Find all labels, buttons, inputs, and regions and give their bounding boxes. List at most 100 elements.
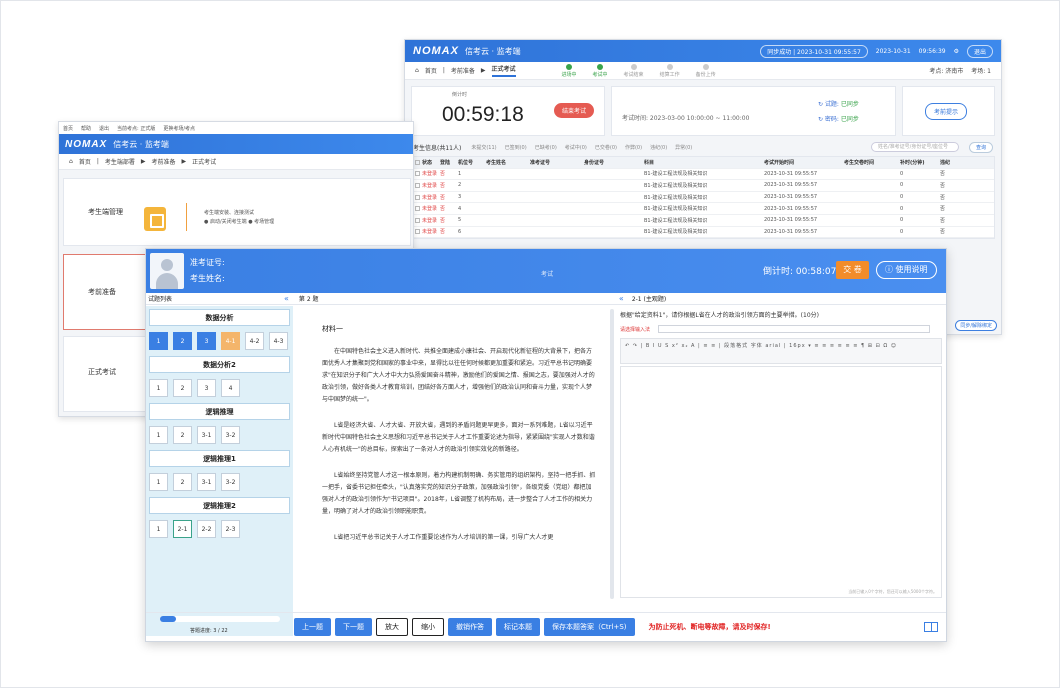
undo-answer-button[interactable]: 撤销作答	[448, 617, 492, 636]
column-header[interactable]: 科目	[644, 159, 764, 166]
editor-toolbar[interactable]: ↶ ↷ | B I U S x² x₂ A | ≡ ≡ | 段落格式 字体 ar…	[620, 338, 942, 364]
toolbar-item-3[interactable]: 当前考点: 正式版	[117, 125, 155, 132]
column-header[interactable]: 登陆	[440, 159, 458, 166]
crumb-deploy[interactable]: 考生端部署	[105, 157, 135, 166]
table-row[interactable]: 未登录否 1 B1-建设工程法规及相关知识 2023-10-31 09:55:57 0 否	[412, 169, 994, 181]
question-button[interactable]: 3	[197, 379, 216, 397]
row-checkbox[interactable]	[415, 217, 420, 223]
help-button[interactable]: ⓘ 使用说明	[876, 261, 937, 279]
zoom-out-button[interactable]: 缩小	[412, 617, 444, 636]
column-header[interactable]: 补时(分钟)	[900, 159, 940, 166]
question-button[interactable]: 3-2	[221, 426, 240, 444]
input-method-select[interactable]	[658, 325, 931, 333]
question-button[interactable]: 2-3	[221, 520, 240, 538]
crumb-home[interactable]: 首页	[425, 66, 437, 75]
column-header[interactable]: 状态	[422, 159, 440, 166]
search-button[interactable]: 查询	[968, 141, 993, 153]
crumb-exam[interactable]: 正式考试	[491, 64, 516, 77]
toolbar-item-4[interactable]: 更换考场/考点	[163, 125, 195, 132]
cell-seat: 5	[458, 217, 462, 224]
question-button[interactable]: 4	[221, 379, 240, 397]
submit-button[interactable]: 交 卷	[836, 261, 869, 279]
status-filter-7[interactable]: 异常(0)	[675, 144, 692, 151]
table-row[interactable]: 未登录否 6 B1-建设工程法规及相关知识 2023-10-31 09:55:57 0 否	[412, 227, 994, 239]
crumb-exam[interactable]: 正式考试	[192, 157, 216, 166]
question-row: 1234	[149, 379, 290, 397]
question-button[interactable]: 1	[149, 332, 168, 350]
question-button[interactable]: 2	[173, 473, 192, 491]
question-button[interactable]: 3-1	[197, 426, 216, 444]
prev-button[interactable]: 上一题	[294, 617, 331, 636]
question-button[interactable]: 4-1	[221, 332, 240, 350]
question-button[interactable]: 2	[173, 379, 192, 397]
table-row[interactable]: 未登录否 4 B1-建设工程法规及相关知识 2023-10-31 09:55:57 0 否	[412, 203, 994, 215]
row-checkbox[interactable]	[415, 229, 420, 235]
toolbar-item-0[interactable]: 首页	[63, 125, 73, 132]
status-filter-1[interactable]: 已签到(0)	[505, 144, 527, 151]
table-row[interactable]: 未登录否 3 B1-建设工程法规及相关知识 2023-10-31 09:55:57 0 否	[412, 192, 994, 204]
column-header[interactable]: 准考证号	[530, 159, 584, 166]
mark-question-button[interactable]: 标记本题	[496, 617, 540, 636]
status-filter-2[interactable]: 已缺考(0)	[535, 144, 557, 151]
save-answer-button[interactable]: 保存本题答案（Ctrl+S)	[544, 617, 635, 636]
candidate-search-input[interactable]: 姓名/准考证号/身份证号/座位号	[870, 142, 959, 152]
select-all-checkbox[interactable]	[415, 159, 420, 165]
question-button[interactable]: 2-2	[197, 520, 216, 538]
section-title[interactable]: 逻辑推理	[149, 403, 290, 420]
answer-editor[interactable]: 当前已输入0个字符，您还可以输入5000个字符。	[620, 366, 942, 598]
question-button[interactable]: 1	[149, 520, 168, 538]
toolbar-item-2[interactable]: 退出	[99, 125, 109, 132]
column-header[interactable]: 考试开始时间	[764, 159, 844, 166]
row-checkbox[interactable]	[415, 182, 420, 188]
end-exam-button[interactable]: 结束考试	[554, 103, 595, 118]
column-header[interactable]: 身份证号	[584, 159, 644, 166]
sync-unbind-button[interactable]: 同步/解除绑定	[955, 320, 997, 331]
exam-notice-button[interactable]: 考前提示	[924, 103, 967, 120]
refresh-icon[interactable]: ↻	[818, 101, 823, 108]
section-title[interactable]: 逻辑推理1	[149, 450, 290, 467]
toolbar-item-1[interactable]: 帮助	[81, 125, 91, 132]
material-scrollbar[interactable]	[610, 309, 614, 599]
crumb-prep[interactable]: 考前准备	[451, 66, 475, 75]
status-filter-0[interactable]: 未提交(11)	[471, 144, 496, 151]
row-checkbox[interactable]	[415, 194, 420, 200]
question-button[interactable]: 2	[173, 426, 192, 444]
question-button[interactable]: 1	[149, 473, 168, 491]
status-filter-4[interactable]: 已交卷(0)	[595, 144, 617, 151]
refresh-icon[interactable]: ↻	[818, 116, 823, 123]
question-button[interactable]: 3-2	[221, 473, 240, 491]
panel-actions[interactable]: ● 启动/关闭考生端 ● 考场管理	[204, 218, 274, 227]
layout-toggle-icon[interactable]	[924, 621, 938, 632]
column-header[interactable]: 违纪	[940, 159, 960, 166]
sync-status-pill[interactable]: 同步成功 | 2023-10-31 09:55:57	[760, 44, 868, 58]
question-button[interactable]: 1	[149, 426, 168, 444]
question-button[interactable]: 3	[197, 332, 216, 350]
column-header[interactable]: 考生交卷时间	[844, 159, 900, 166]
section-title[interactable]: 数据分析2	[149, 356, 290, 373]
status-filter-3[interactable]: 考试中(0)	[565, 144, 587, 151]
panel-client-mgmt[interactable]: 考生端管理 考生端安装、连接测试 ● 启动/关闭考生端 ● 考场管理	[63, 178, 411, 246]
question-button[interactable]: 1	[149, 379, 168, 397]
gear-icon[interactable]: ⚙	[954, 48, 959, 55]
table-row[interactable]: 未登录否 2 B1-建设工程法规及相关知识 2023-10-31 09:55:57 0 否	[412, 180, 994, 192]
question-button[interactable]: 4-3	[269, 332, 288, 350]
question-button[interactable]: 2	[173, 332, 192, 350]
status-filter-6[interactable]: 违纪(0)	[650, 144, 667, 151]
question-button[interactable]: 3-1	[197, 473, 216, 491]
question-button[interactable]: 2-1	[173, 520, 192, 538]
logout-button[interactable]: 退出	[966, 44, 993, 58]
status-filter-5[interactable]: 作弊(0)	[625, 144, 642, 151]
section-title[interactable]: 逻辑推理2	[149, 497, 290, 514]
question-button[interactable]: 4-2	[245, 332, 264, 350]
column-header[interactable]: 机位号	[458, 159, 486, 166]
zoom-in-button[interactable]: 放大	[376, 617, 408, 636]
section-title[interactable]: 数据分析	[149, 309, 290, 326]
table-row[interactable]: 未登录否 5 B1-建设工程法规及相关知识 2023-10-31 09:55:57 0 否	[412, 215, 994, 227]
crumb-prep[interactable]: 考前准备	[152, 157, 176, 166]
next-button[interactable]: 下一题	[335, 617, 372, 636]
row-checkbox[interactable]	[415, 206, 420, 212]
crumb-home[interactable]: 首页	[79, 157, 91, 166]
column-header[interactable]: 考生姓名	[486, 159, 530, 166]
input-method-label[interactable]: 请选择输入法	[620, 326, 650, 333]
row-checkbox[interactable]	[415, 171, 420, 177]
